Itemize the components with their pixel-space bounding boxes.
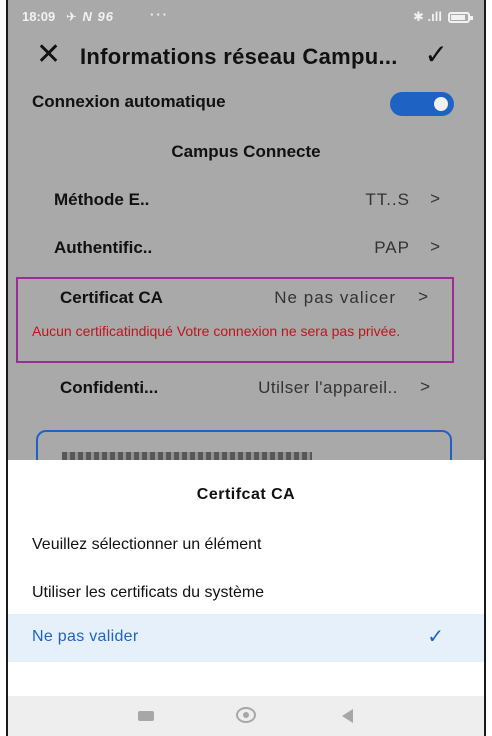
setting-label: Méthode E.. <box>54 190 150 209</box>
phone-frame: 18:09 ✈ N 96 ··· ✱ .ıll ✕ Informations r… <box>6 0 486 736</box>
setting-label: Authentific.. <box>54 238 153 257</box>
setting-label: Certificat CA <box>60 288 163 307</box>
setting-label: Confidenti... <box>60 378 159 397</box>
system-icons: ✱ .ıll <box>413 9 473 25</box>
setting-row-authentication[interactable]: Authentific.. PAP > <box>54 237 444 266</box>
option-label: Ne pas valider <box>32 628 139 645</box>
sheet-title: Certifcat CA <box>196 486 296 503</box>
auto-connect-toggle[interactable] <box>390 92 454 116</box>
ca-certificate-bottom-sheet: Certifcat CA Veuillez sélectionner un él… <box>8 460 484 696</box>
network-name-heading: Campus Connecte <box>171 142 321 161</box>
app-header: ✕ Informations réseau Campu... ✓ <box>8 36 484 76</box>
more-notifications-icon: ··· <box>150 7 169 22</box>
option-do-not-validate[interactable]: Ne pas valider ✓ <box>8 614 484 662</box>
setting-value: PAP <box>374 238 410 257</box>
network-settings-screen: 18:09 ✈ N 96 ··· ✱ .ıll ✕ Informations r… <box>8 0 484 490</box>
setting-row-ca-certificate[interactable]: Certificat CA Ne pas valicer > <box>60 287 432 316</box>
status-time: 18:09 <box>22 9 56 24</box>
notification-icons: ✈ N 96 <box>66 9 114 24</box>
chevron-right-icon: > <box>420 377 430 396</box>
close-icon[interactable]: ✕ <box>36 40 61 70</box>
signal-icon: ✱ .ıll <box>413 9 442 24</box>
page-title: Informations réseau Campu... <box>80 44 398 69</box>
check-icon: ✓ <box>427 626 444 648</box>
chevron-right-icon: > <box>430 237 440 256</box>
setting-value: Ne pas valicer <box>274 288 396 307</box>
option-system-certificates[interactable]: Utiliser les certificats du système <box>32 584 264 602</box>
toggle-knob <box>434 97 448 111</box>
setting-row-privacy[interactable]: Confidenti... Utilser l'appareil.. > <box>60 377 434 406</box>
info-card-text <box>62 452 312 460</box>
recent-apps-icon[interactable] <box>138 711 154 721</box>
auto-connect-label: Connexion automatique <box>32 92 226 111</box>
home-icon[interactable] <box>236 707 256 723</box>
option-select-item[interactable]: Veuillez sélectionner un élément <box>32 536 261 554</box>
status-bar: 18:09 ✈ N 96 ··· ✱ .ıll <box>8 0 484 34</box>
chevron-right-icon: > <box>418 287 428 306</box>
back-icon[interactable] <box>342 709 353 723</box>
check-icon[interactable]: ✓ <box>425 38 448 71</box>
battery-icon <box>448 11 473 23</box>
chevron-right-icon: > <box>430 189 440 208</box>
navigation-bar <box>8 696 484 736</box>
ca-warning-text: Aucun certificatindiqué Votre connexion … <box>32 323 401 339</box>
setting-row-eap-method[interactable]: Méthode E.. TT..S > <box>54 189 444 218</box>
setting-value: Utilser l'appareil.. <box>258 378 398 397</box>
setting-value: TT..S <box>365 190 410 209</box>
